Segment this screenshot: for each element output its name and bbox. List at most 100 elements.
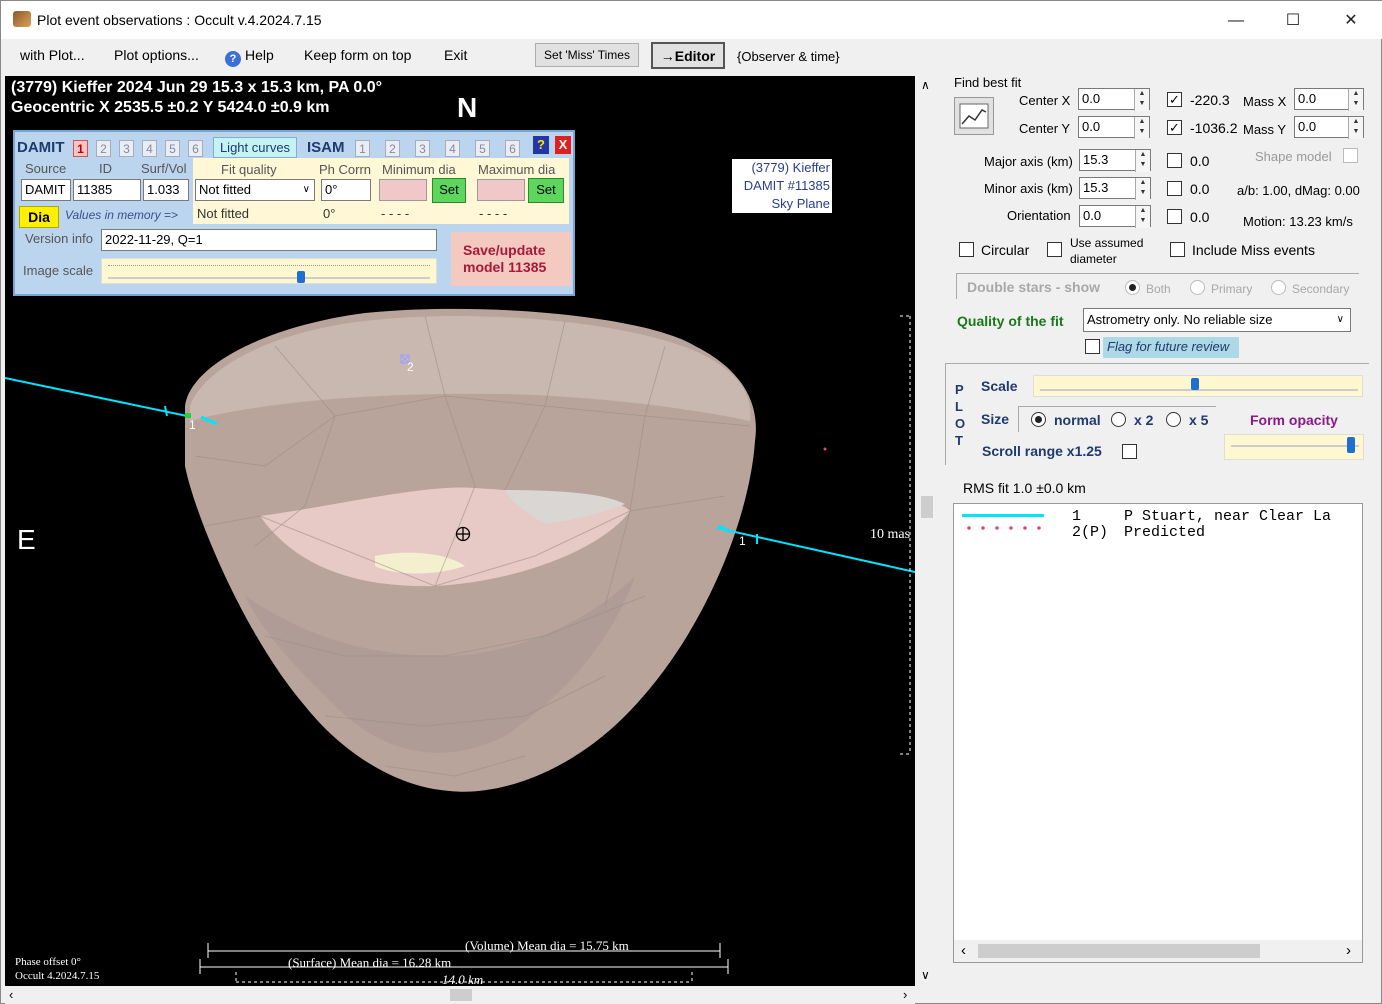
observer-time-label: {Observer & time}: [737, 49, 840, 64]
damit-tab-4[interactable]: 4: [142, 140, 157, 157]
plot-canvas[interactable]: (3779) Kieffer 2024 Jun 29 15.3 x 15.3 k…: [5, 76, 915, 986]
primary-radio[interactable]: [1190, 280, 1205, 295]
predicted-point: [823, 447, 827, 451]
size-x5-label: x 5: [1189, 412, 1209, 428]
max-dia-field[interactable]: [477, 179, 525, 201]
image-scale-label: Image scale: [23, 263, 94, 278]
menu-keep-on-top[interactable]: Keep form on top: [304, 47, 411, 63]
damit-tab-6[interactable]: 6: [188, 140, 203, 157]
fit-orientation-checkbox[interactable]: [1167, 209, 1182, 224]
damit-tab-1[interactable]: 1: [73, 140, 88, 157]
maximize-button[interactable]: ☐: [1278, 9, 1308, 33]
size-x5-radio[interactable]: [1166, 412, 1181, 427]
min-dia-field[interactable]: [379, 179, 427, 201]
damit-close-button[interactable]: X: [555, 136, 571, 154]
quality-fit-select[interactable]: Astrometry only. No reliable size ∨: [1083, 308, 1351, 332]
light-curves-button[interactable]: Light curves: [213, 137, 297, 158]
menu-exit[interactable]: Exit: [444, 47, 467, 63]
id-field[interactable]: 11385: [73, 179, 141, 201]
volume-mean-dia: (Volume) Mean dia = 15.75 km: [465, 938, 629, 953]
mas-scale-label: 10 mas: [870, 527, 911, 542]
fit-y-checkbox[interactable]: ✓: [1167, 120, 1182, 135]
legend-line-solid: [962, 514, 1044, 517]
minimize-button[interactable]: —: [1221, 9, 1251, 33]
save-update-line1: Save/update: [463, 242, 546, 258]
menu-help[interactable]: ? Help: [225, 47, 274, 67]
orientation-spinner[interactable]: 0.0 ▲ ▼: [1079, 205, 1151, 228]
find-best-fit-label: Find best fit: [954, 75, 1022, 90]
scale-thumb[interactable]: [1190, 378, 1199, 390]
editor-button[interactable]: →Editor: [651, 42, 725, 69]
damit-tab-3[interactable]: 3: [119, 140, 134, 157]
spin-arrows-icon[interactable]: ▲ ▼: [1348, 89, 1363, 111]
plot-vscroll-thumb[interactable]: [921, 496, 933, 518]
isam-tab-1[interactable]: 1: [355, 140, 370, 157]
damit-help-button[interactable]: ?: [533, 136, 549, 154]
secondary-radio[interactable]: [1271, 280, 1286, 295]
center-x-spinner[interactable]: 0.0 ▲ ▼: [1078, 88, 1150, 111]
version-info-field[interactable]: 2022-11-29, Q=1: [101, 229, 437, 251]
include-miss-checkbox[interactable]: [1170, 242, 1185, 257]
legend-hscroll[interactable]: ‹ ›: [954, 940, 1362, 962]
ph-corrn-field[interactable]: 0°: [321, 179, 371, 201]
damit-tab-5[interactable]: 5: [165, 140, 180, 157]
menu-plot-options[interactable]: Plot options...: [114, 47, 199, 63]
use-assumed-checkbox[interactable]: [1047, 242, 1062, 257]
set-miss-times-button[interactable]: Set 'Miss' Times: [535, 43, 639, 67]
plot-title-line2: Geocentric X 2535.5 ±0.2 Y 5424.0 ±0.9 k…: [11, 99, 330, 116]
fit-quality-select[interactable]: Not fitted ∨: [195, 179, 315, 201]
shape-model-checkbox[interactable]: [1343, 148, 1358, 163]
spin-arrows-icon[interactable]: ▲ ▼: [1134, 117, 1149, 139]
size-x2-radio[interactable]: [1111, 412, 1126, 427]
both-radio[interactable]: [1125, 280, 1140, 295]
spin-arrows-icon[interactable]: ▲ ▼: [1135, 150, 1150, 172]
spin-arrows-icon[interactable]: ▲ ▼: [1134, 89, 1149, 111]
legend-text-1: P Stuart, near Clear La: [1124, 508, 1332, 525]
isam-tab-6[interactable]: 6: [505, 140, 520, 157]
center-y-spinner[interactable]: 0.0 ▲ ▼: [1078, 116, 1150, 139]
image-scale-thumb[interactable]: [297, 271, 306, 283]
mass-x-spinner[interactable]: 0.0 ▲ ▼: [1294, 88, 1364, 111]
fit-major-checkbox[interactable]: [1167, 153, 1182, 168]
isam-title: ISAM: [307, 139, 345, 156]
spin-arrows-icon[interactable]: ▲ ▼: [1348, 117, 1363, 139]
scroll-range-checkbox[interactable]: [1122, 444, 1137, 459]
size-normal-radio[interactable]: [1031, 412, 1046, 427]
mass-y-spinner[interactable]: 0.0 ▲ ▼: [1294, 116, 1364, 139]
surfvol-field[interactable]: 1.033: [143, 179, 189, 201]
legend-hscroll-thumb[interactable]: [978, 944, 1260, 958]
major-axis-spinner[interactable]: 15.3 ▲ ▼: [1079, 149, 1151, 172]
save-update-model-button[interactable]: Save/update model 11385: [451, 232, 571, 286]
spin-arrows-icon[interactable]: ▲ ▼: [1135, 178, 1150, 200]
plot-hscroll[interactable]: ‹ ›: [5, 986, 915, 1004]
set-max-dia-button[interactable]: Set: [528, 178, 564, 203]
source-field[interactable]: DAMIT: [21, 179, 71, 201]
fit-minor-checkbox[interactable]: [1167, 181, 1182, 196]
isam-tab-5[interactable]: 5: [475, 140, 490, 157]
isam-tab-4[interactable]: 4: [445, 140, 460, 157]
dia-button[interactable]: Dia: [19, 206, 59, 228]
include-miss-label: Include Miss events: [1192, 242, 1315, 258]
form-opacity-thumb[interactable]: [1346, 437, 1355, 453]
plot-hscroll-thumb[interactable]: [450, 989, 472, 1001]
image-scale-slider[interactable]: [101, 258, 437, 284]
chord-2-label: 2: [407, 360, 414, 374]
isam-tab-2[interactable]: 2: [385, 140, 400, 157]
major-axis-value: 15.3: [1083, 152, 1109, 167]
fit-x-checkbox[interactable]: ✓: [1167, 92, 1182, 107]
circular-checkbox[interactable]: [959, 242, 974, 257]
set-min-dia-button[interactable]: Set: [432, 178, 466, 203]
plot-vscroll[interactable]: ∧ ∨: [915, 76, 939, 986]
scale-slider[interactable]: [1033, 375, 1363, 397]
form-opacity-slider[interactable]: [1224, 434, 1364, 460]
size-label: Size: [981, 411, 1010, 427]
menu-with-plot[interactable]: with Plot...: [20, 47, 85, 63]
damit-tab-2[interactable]: 2: [96, 140, 111, 157]
isam-tab-3[interactable]: 3: [415, 140, 430, 157]
close-button[interactable]: ✕: [1336, 9, 1366, 33]
legend-num-1: 1: [1072, 508, 1082, 525]
spin-arrows-icon[interactable]: ▲ ▼: [1135, 206, 1150, 228]
minor-axis-spinner[interactable]: 15.3 ▲ ▼: [1079, 177, 1151, 200]
find-best-fit-button[interactable]: [954, 97, 994, 135]
flag-review-checkbox[interactable]: [1085, 339, 1100, 354]
